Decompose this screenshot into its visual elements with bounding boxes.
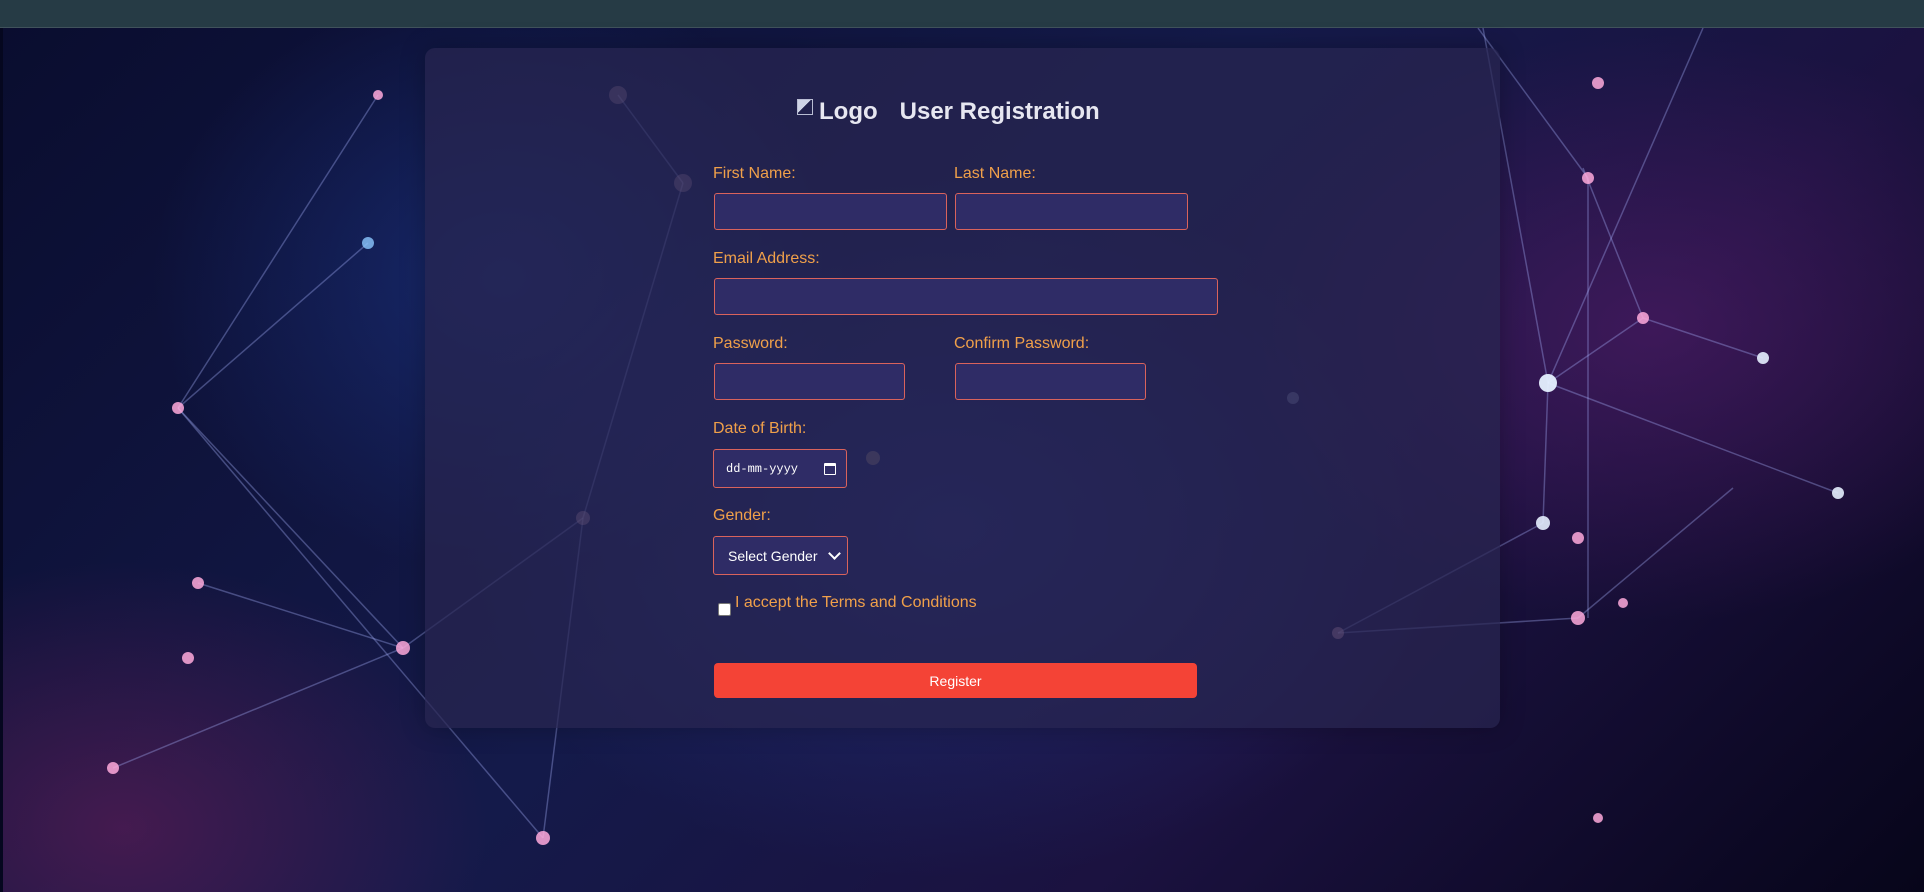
email-label: Email Address: bbox=[713, 250, 820, 267]
dob-input[interactable]: dd-mm-yyyy bbox=[713, 449, 847, 488]
email-input[interactable] bbox=[714, 278, 1218, 315]
confirm-password-input[interactable] bbox=[955, 363, 1146, 400]
page-title: User Registration bbox=[899, 98, 1100, 125]
first-name-label: First Name: bbox=[713, 165, 796, 182]
dob-placeholder: dd-mm-yyyy bbox=[726, 461, 799, 476]
gender-selected-value: Select Gender bbox=[728, 547, 818, 564]
last-name-label: Last Name: bbox=[954, 165, 1036, 182]
terms-checkbox[interactable] bbox=[718, 603, 731, 616]
logo-alt-text: Logo bbox=[819, 98, 878, 125]
first-name-input[interactable] bbox=[714, 193, 947, 230]
gender-select[interactable]: Select Gender bbox=[713, 536, 848, 575]
broken-image-icon bbox=[797, 99, 813, 115]
password-input[interactable] bbox=[714, 363, 905, 400]
gender-label: Gender: bbox=[713, 507, 771, 524]
terms-label[interactable]: I accept the Terms and Conditions bbox=[735, 594, 977, 612]
dob-label: Date of Birth: bbox=[713, 420, 807, 437]
chevron-down-icon bbox=[828, 547, 841, 560]
confirm-password-label: Confirm Password: bbox=[954, 335, 1090, 352]
register-button[interactable]: Register bbox=[714, 663, 1197, 698]
calendar-icon[interactable] bbox=[824, 462, 836, 475]
last-name-input[interactable] bbox=[955, 193, 1188, 230]
card-header: Logo User Registration bbox=[797, 95, 1100, 129]
logo: Logo bbox=[797, 98, 878, 126]
top-bar bbox=[0, 0, 1924, 28]
password-label: Password: bbox=[713, 335, 788, 352]
